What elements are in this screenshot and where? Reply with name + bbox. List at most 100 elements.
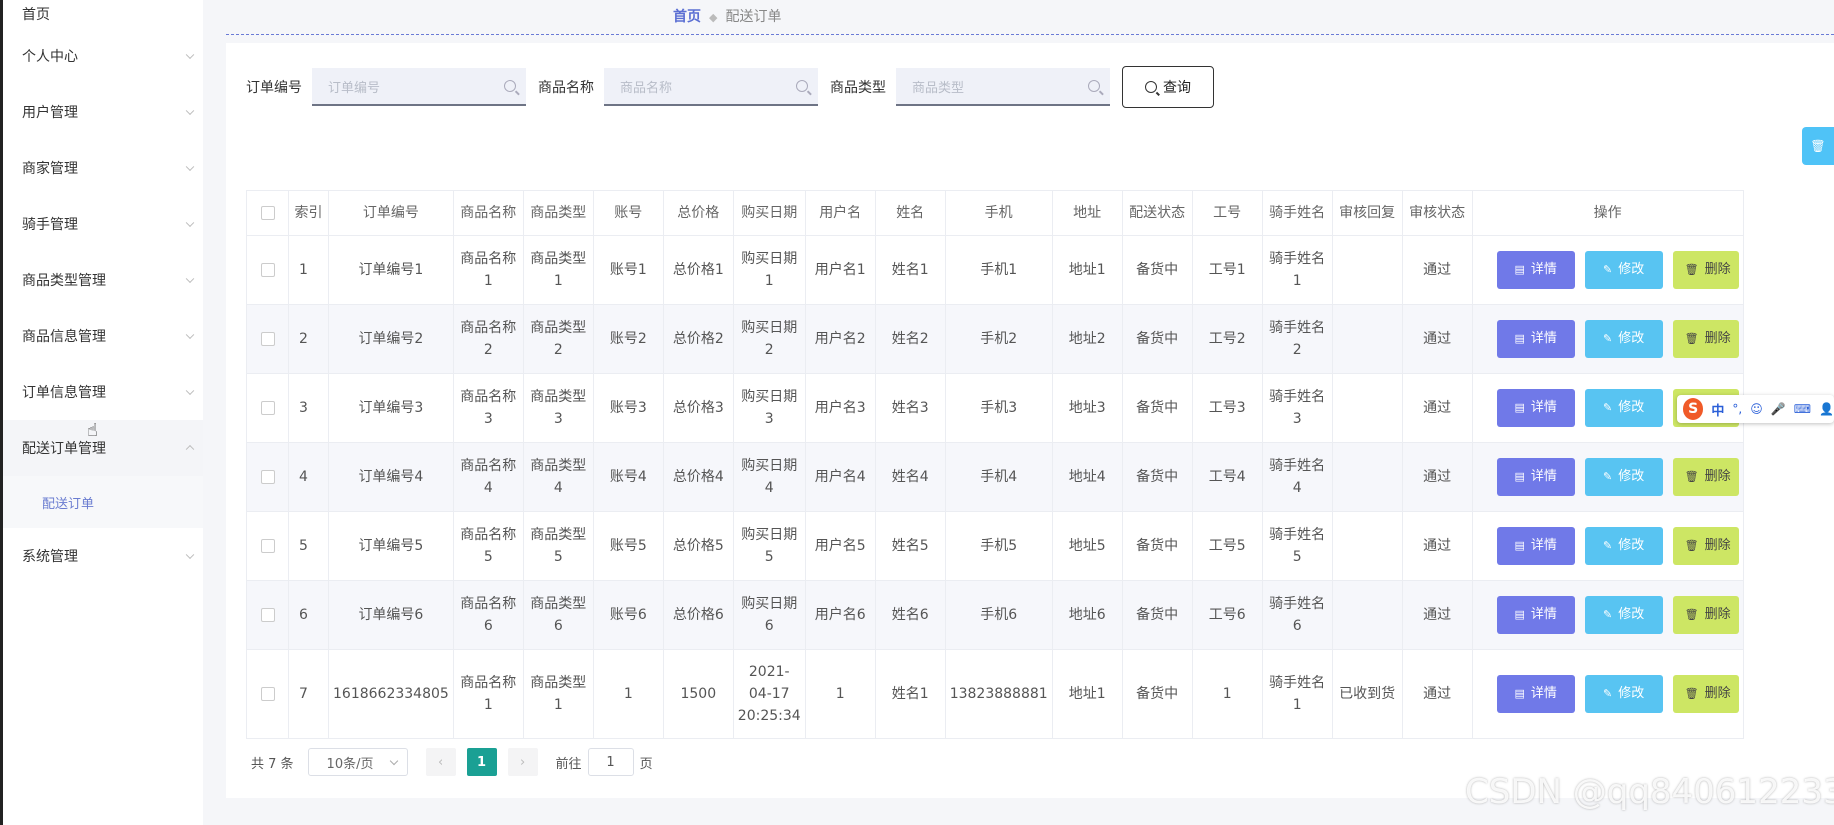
delete-button[interactable]: 🗑删除 <box>1672 320 1739 358</box>
delete-button[interactable]: 🗑删除 <box>1672 527 1739 565</box>
pencil-icon: ✎ <box>1603 401 1613 414</box>
row-select-cell[interactable] <box>246 373 289 443</box>
batch-delete-button[interactable]: 🗑 <box>1802 127 1834 165</box>
row-select-cell[interactable] <box>246 511 289 581</box>
keyboard-icon[interactable]: ⌨ <box>1794 402 1811 416</box>
delete-button[interactable]: 🗑删除 <box>1672 458 1739 496</box>
sidebar-subitem-delivery-order[interactable]: 配送订单 <box>3 476 203 528</box>
table-cell: 工号4 <box>1191 442 1263 512</box>
actions-cell: ▤详情✎修改🗑删除 <box>1471 442 1744 512</box>
row-checkbox[interactable] <box>260 470 275 484</box>
microphone-icon[interactable]: 🎤 <box>1771 402 1786 416</box>
breadcrumb-current: 配送订单 <box>725 9 782 25</box>
detail-button[interactable]: ▤ 详情 <box>1496 527 1575 565</box>
row-select-cell[interactable] <box>246 442 289 512</box>
row-checkbox[interactable] <box>260 539 275 553</box>
detail-button[interactable]: ▤ 详情 <box>1496 320 1575 358</box>
table-cell: 地址6 <box>1051 580 1123 650</box>
search-icon <box>1145 81 1157 93</box>
table-cell: 骑手姓名1 <box>1261 649 1333 739</box>
emoji-icon[interactable]: ☺ <box>1750 402 1763 416</box>
chevron-down-icon <box>185 330 195 340</box>
page-number-1[interactable]: 1 <box>466 748 497 776</box>
detail-button[interactable]: ▤ 详情 <box>1496 389 1575 427</box>
edit-button[interactable]: ✎ 修改 <box>1584 389 1663 427</box>
table-cell: 商品类型4 <box>522 442 594 512</box>
order-no-input[interactable]: 订单编号 <box>312 68 526 106</box>
sidebar-item-products[interactable]: 商品信息管理 <box>3 308 203 364</box>
product-type-label: 商品类型 <box>830 80 886 96</box>
edit-button[interactable]: ✎ 修改 <box>1584 596 1663 634</box>
table-cell: 用户名2 <box>804 304 876 374</box>
chevron-down-icon <box>185 162 195 172</box>
select-all-checkbox[interactable] <box>260 206 275 220</box>
column-header: 工号 <box>1191 190 1263 236</box>
next-page-button[interactable]: › <box>507 748 538 776</box>
table-cell: 通过 <box>1401 373 1473 443</box>
delete-button[interactable]: 🗑删除 <box>1672 596 1739 634</box>
sidebar-item-home[interactable]: 首页 <box>3 0 203 28</box>
punctuation-icon[interactable]: °, <box>1732 402 1742 416</box>
select-all-cell[interactable] <box>246 190 289 236</box>
document-icon: ▤ <box>1514 401 1525 414</box>
ime-language[interactable]: 中 <box>1711 400 1724 419</box>
table-cell: 5 <box>288 511 329 581</box>
table-cell: 1 <box>804 649 876 739</box>
detail-button[interactable]: ▤ 详情 <box>1496 458 1575 496</box>
sidebar-item-users[interactable]: 用户管理 <box>3 84 203 140</box>
table-cell: 用户名1 <box>804 235 876 305</box>
table-cell: 地址2 <box>1051 304 1123 374</box>
chevron-down-icon <box>185 274 195 284</box>
goto-page-input[interactable]: 1 <box>587 748 634 776</box>
edit-button[interactable]: ✎ 修改 <box>1584 527 1663 565</box>
table-cell: 账号5 <box>592 511 664 581</box>
row-select-cell[interactable] <box>246 580 289 650</box>
sidebar-item-merchants[interactable]: 商家管理 <box>3 140 203 196</box>
table-cell: 商品名称5 <box>452 511 524 581</box>
detail-button[interactable]: ▤ 详情 <box>1496 675 1575 713</box>
column-header: 操作 <box>1471 190 1744 236</box>
table-cell: 姓名5 <box>874 511 946 581</box>
sidebar-item-system[interactable]: 系统管理 <box>3 528 203 584</box>
table-cell: 1618662334805 <box>328 649 454 739</box>
query-button[interactable]: 查询 <box>1122 66 1214 108</box>
delete-button[interactable]: 🗑删除 <box>1672 251 1739 289</box>
edit-button[interactable]: ✎ 修改 <box>1584 675 1663 713</box>
row-checkbox[interactable] <box>260 687 275 701</box>
user-icon[interactable]: 👤 <box>1819 402 1834 416</box>
row-select-cell[interactable] <box>246 649 289 739</box>
ime-toolbar[interactable]: S 中 °, ☺ 🎤 ⌨ 👤 <box>1677 395 1834 423</box>
prev-page-button[interactable]: ‹ <box>425 748 456 776</box>
delete-button[interactable]: 🗑删除 <box>1672 675 1739 713</box>
table-cell: 7 <box>288 649 329 739</box>
table-cell: 备货中 <box>1121 649 1193 739</box>
row-select-cell[interactable] <box>246 235 289 305</box>
chevron-down-icon <box>389 756 398 766</box>
row-checkbox[interactable] <box>260 608 275 622</box>
table-cell: 姓名1 <box>874 235 946 305</box>
sidebar-item-product-types[interactable]: 商品类型管理 <box>3 252 203 308</box>
row-checkbox[interactable] <box>260 332 275 346</box>
table-cell: 骑手姓名6 <box>1261 580 1333 650</box>
page-size-select[interactable]: 10条/页 <box>307 748 408 776</box>
table-cell: 地址1 <box>1051 649 1123 739</box>
sidebar-item-riders[interactable]: 骑手管理 <box>3 196 203 252</box>
edit-button[interactable]: ✎ 修改 <box>1584 251 1663 289</box>
edit-button[interactable]: ✎ 修改 <box>1584 458 1663 496</box>
chevron-left-icon: ‹ <box>437 754 444 770</box>
row-select-cell[interactable] <box>246 304 289 374</box>
sidebar-item-orders[interactable]: 订单信息管理 <box>3 364 203 420</box>
detail-button[interactable]: ▤ 详情 <box>1496 251 1575 289</box>
sidebar-item-profile[interactable]: 个人中心 <box>3 28 203 84</box>
product-name-input[interactable]: 商品名称 <box>604 68 818 106</box>
product-type-input[interactable]: 商品类型 <box>896 68 1110 106</box>
chevron-down-icon <box>185 50 195 60</box>
detail-button[interactable]: ▤ 详情 <box>1496 596 1575 634</box>
sidebar-item-delivery-orders[interactable]: 配送订单管理 <box>3 420 203 476</box>
edit-button[interactable]: ✎ 修改 <box>1584 320 1663 358</box>
row-checkbox[interactable] <box>260 263 275 277</box>
search-icon <box>504 80 516 92</box>
breadcrumb-home[interactable]: 首页 <box>673 9 701 25</box>
table-cell: 姓名6 <box>874 580 946 650</box>
row-checkbox[interactable] <box>260 401 275 415</box>
